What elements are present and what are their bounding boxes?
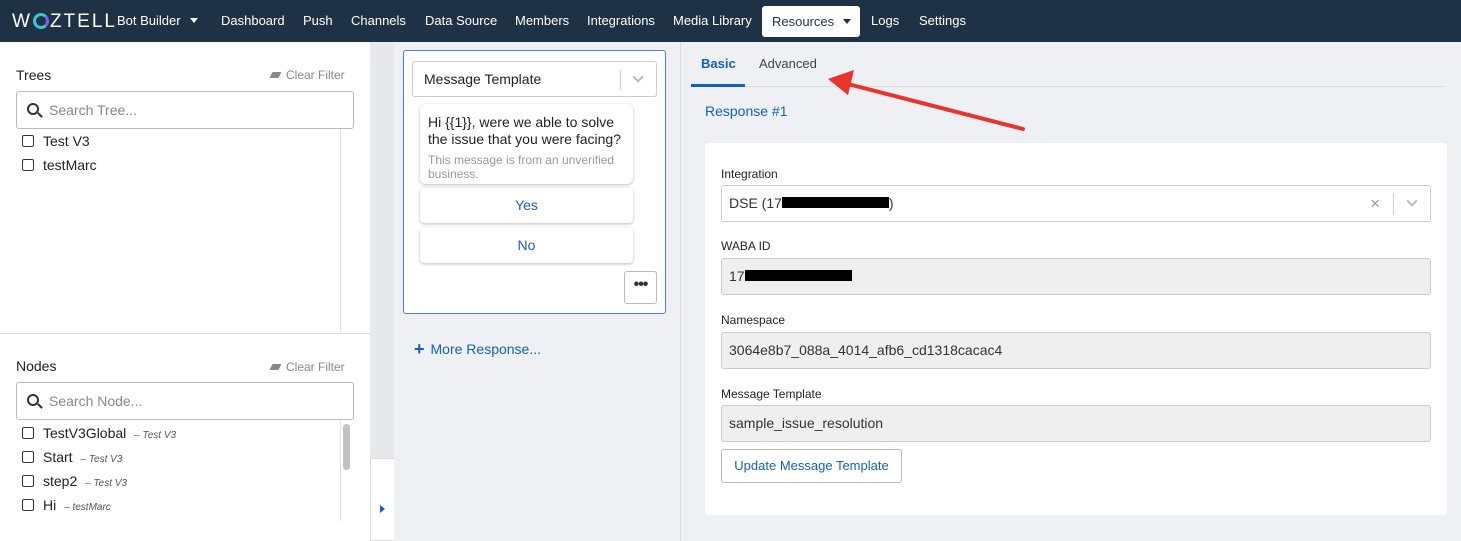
eraser-icon: [269, 72, 282, 78]
checkbox[interactable]: [22, 499, 34, 511]
nav-data-source[interactable]: Data Source: [425, 0, 497, 42]
search-icon: [27, 394, 39, 406]
nav-integrations[interactable]: Integrations: [587, 0, 655, 42]
nav-push[interactable]: Push: [303, 0, 333, 42]
message-template-field[interactable]: sample_issue_resolution: [721, 405, 1431, 442]
response-number-label: Response #1: [705, 103, 788, 119]
trees-title: Trees: [16, 67, 52, 83]
checkbox[interactable]: [22, 135, 34, 147]
trees-clear-filter[interactable]: Clear Filter: [269, 68, 345, 82]
nav-logs[interactable]: Logs: [871, 0, 899, 42]
nav-settings[interactable]: Settings: [919, 0, 966, 42]
nav-members[interactable]: Members: [515, 0, 569, 42]
panel-divider: [0, 333, 370, 334]
top-nav: W ZTELL Bot Builder Dashboard Push Channe…: [0, 0, 1461, 42]
expand-panel-toggle[interactable]: [370, 458, 394, 541]
node-list-scrollbar-track[interactable]: [340, 420, 341, 521]
update-message-template-button[interactable]: Update Message Template: [721, 449, 902, 483]
plus-icon: +: [414, 339, 425, 359]
node-search-input[interactable]: [49, 383, 345, 419]
chevron-down-icon: [189, 18, 198, 23]
woztell-logo[interactable]: W ZTELL: [12, 11, 117, 33]
response-type-select[interactable]: Message Template: [412, 61, 657, 97]
tree-search-input[interactable]: [49, 92, 345, 128]
nav-resources[interactable]: Resources: [762, 6, 860, 37]
annotation-arrow-icon: [828, 70, 1025, 131]
tree-list-scrollbar[interactable]: [340, 129, 341, 333]
eraser-icon: [269, 364, 282, 370]
redacted-block: [781, 197, 889, 208]
more-options-button[interactable]: •••: [624, 271, 657, 304]
checkbox[interactable]: [22, 451, 34, 463]
tree-item[interactable]: testMarc: [22, 157, 97, 173]
chevron-down-icon: [843, 19, 852, 24]
nav-bot-builder[interactable]: Bot Builder: [117, 0, 198, 42]
tree-item[interactable]: Test V3: [22, 133, 90, 149]
message-template-label: Message Template: [721, 387, 822, 401]
node-item[interactable]: Hi – testMarc: [22, 497, 111, 513]
nodes-title: Nodes: [16, 358, 57, 374]
nav-media-library[interactable]: Media Library: [673, 0, 752, 42]
nodes-clear-filter[interactable]: Clear Filter: [269, 360, 345, 374]
redacted-block: [744, 270, 852, 281]
node-search: [16, 382, 354, 420]
logo-o-icon: [32, 13, 49, 29]
caret-right-icon: [380, 505, 385, 513]
more-response-link[interactable]: + More Response...: [414, 339, 541, 360]
checkbox[interactable]: [22, 427, 34, 439]
checkbox[interactable]: [22, 475, 34, 487]
namespace-label: Namespace: [721, 313, 786, 327]
node-item[interactable]: Start – Test V3: [22, 449, 122, 465]
message-preview-bubble: Hi {{1}}, were we able to solve the issu…: [420, 104, 633, 184]
node-item[interactable]: step2 – Test V3: [22, 473, 127, 489]
quick-reply-no[interactable]: No: [420, 228, 633, 263]
integration-select[interactable]: DSE (17) ×: [721, 185, 1431, 222]
waba-id-field[interactable]: 17: [721, 258, 1431, 295]
quick-reply-yes[interactable]: Yes: [420, 188, 633, 223]
ellipsis-icon: •••: [633, 276, 649, 293]
waba-id-label: WABA ID: [721, 239, 771, 253]
node-list-scrollbar-thumb[interactable]: [343, 424, 350, 470]
clear-icon[interactable]: ×: [1370, 195, 1380, 212]
nav-dashboard[interactable]: Dashboard: [221, 0, 285, 42]
tree-search: [16, 91, 354, 129]
chevron-down-icon: [632, 71, 644, 83]
tab-basic[interactable]: Basic: [701, 56, 736, 71]
node-item[interactable]: TestV3Global – Test V3: [22, 425, 176, 441]
search-icon: [27, 103, 39, 115]
tab-advanced[interactable]: Advanced: [759, 56, 817, 71]
checkbox[interactable]: [22, 159, 34, 171]
unverified-note: This message is from an unverified busin…: [428, 153, 615, 181]
integration-label: Integration: [721, 167, 778, 181]
active-tab-indicator: [691, 84, 745, 87]
chevron-down-icon: [1406, 195, 1418, 207]
namespace-field[interactable]: 3064e8b7_088a_4014_afb6_cd1318cacac4: [721, 332, 1431, 369]
nav-channels[interactable]: Channels: [351, 0, 406, 42]
message-text: Hi {{1}}, were we able to solve the issu…: [428, 114, 622, 147]
